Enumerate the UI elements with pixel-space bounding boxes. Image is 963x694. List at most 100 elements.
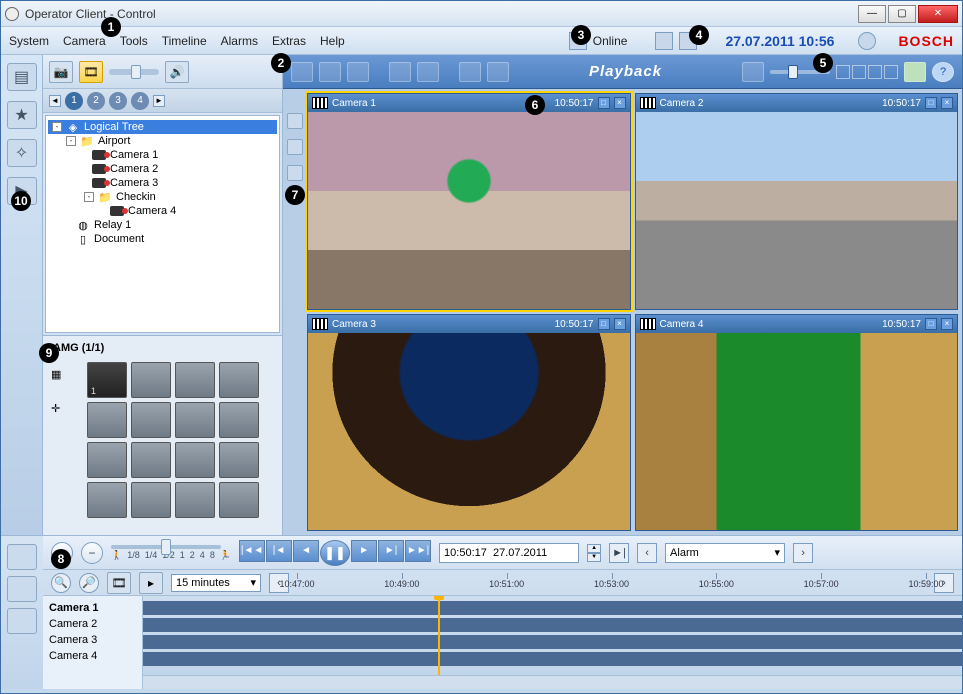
side-favorites-icon[interactable]: ★ <box>7 101 37 129</box>
tl-export-icon[interactable]: ▸ <box>139 572 163 594</box>
time-down[interactable]: ▼ <box>587 553 601 562</box>
tree-item[interactable]: Camera 1 <box>48 148 277 162</box>
pane-expand-icon[interactable] <box>287 113 303 129</box>
amg-cell[interactable] <box>219 402 259 438</box>
side-compass-icon[interactable]: ✧ <box>7 139 37 167</box>
tree-item[interactable]: ◍ Relay 1 <box>48 218 277 232</box>
layout-1x1[interactable] <box>836 65 850 79</box>
goto-live-button[interactable]: ►| <box>609 543 629 563</box>
amg-cell[interactable]: 1 <box>87 362 127 398</box>
amg-cell[interactable] <box>175 442 215 478</box>
expander-icon[interactable]: - <box>66 136 76 146</box>
amg-cell[interactable] <box>131 362 171 398</box>
amg-cell[interactable] <box>175 362 215 398</box>
favorite-icon[interactable] <box>459 62 481 82</box>
timeline-track[interactable] <box>143 635 962 649</box>
tab-2[interactable]: 2 <box>87 92 105 110</box>
image-icon[interactable] <box>347 62 369 82</box>
speaker-tool-icon[interactable]: 🔊 <box>165 61 189 83</box>
amg-cell[interactable] <box>175 402 215 438</box>
amg-cell[interactable] <box>131 482 171 518</box>
prev-button[interactable]: |◄ <box>266 540 292 562</box>
pane-max-icon[interactable]: □ <box>598 97 610 109</box>
timeline-tracks[interactable] <box>143 596 962 689</box>
timeline-row-label[interactable]: Camera 2 <box>49 616 136 632</box>
tree-item[interactable]: Camera 2 <box>48 162 277 176</box>
left-slider[interactable] <box>109 69 159 75</box>
tree-item[interactable]: - 📁 Airport <box>48 134 277 148</box>
menu-system[interactable]: System <box>9 34 49 48</box>
timeline-row-label[interactable]: Camera 1 <box>49 600 136 616</box>
menu-extras[interactable]: Extras <box>272 34 306 48</box>
tree-item[interactable]: Camera 3 <box>48 176 277 190</box>
close-button[interactable]: ✕ <box>918 5 958 23</box>
playtime-input[interactable] <box>439 543 579 563</box>
tab-1[interactable]: 1 <box>65 92 83 110</box>
first-button[interactable]: |◄◄ <box>239 540 265 562</box>
expand-icon[interactable] <box>319 62 341 82</box>
side-export-icon[interactable]: ▶ <box>7 177 37 205</box>
pane-close-icon[interactable]: × <box>614 318 626 330</box>
tl-zoom-in-icon[interactable]: 🔍 <box>51 573 71 593</box>
nav-next-button[interactable]: › <box>793 543 813 563</box>
timeline-ruler[interactable]: 10:47:0010:49:0010:51:0010:53:0010:55:00… <box>297 573 926 593</box>
tree-item[interactable]: ▯ Document <box>48 232 277 246</box>
video-pane-1[interactable]: Camera 1 10:50:17 □ × <box>307 93 631 310</box>
speed-slider[interactable] <box>111 545 221 549</box>
fwd-button[interactable]: ► <box>351 540 377 562</box>
layout-3x3[interactable] <box>868 65 882 79</box>
logical-tree[interactable]: - ◈ Logical Tree - 📁 Airport Camera 1 Ca… <box>45 115 280 333</box>
pane-max-icon[interactable]: □ <box>925 318 937 330</box>
tab-3[interactable]: 3 <box>109 92 127 110</box>
pane-record-icon[interactable] <box>287 165 303 181</box>
amg-cell[interactable] <box>175 482 215 518</box>
zoom-out-button[interactable]: − <box>81 542 103 564</box>
side-tree-icon[interactable]: ▤ <box>7 63 37 91</box>
next-button[interactable]: ►| <box>378 540 404 562</box>
timeline-track[interactable] <box>143 618 962 632</box>
timeline-track[interactable] <box>143 601 962 615</box>
print-icon[interactable] <box>389 62 411 82</box>
pane-max-icon[interactable]: □ <box>925 97 937 109</box>
tl-bookmark-icon[interactable] <box>7 576 37 602</box>
layout-2x2[interactable] <box>852 65 866 79</box>
amg-cell[interactable] <box>131 402 171 438</box>
amg-cell[interactable] <box>131 442 171 478</box>
zoom-in-button[interactable]: + <box>51 542 73 564</box>
menu-alarms[interactable]: Alarms <box>221 34 258 48</box>
tl-schedule-icon[interactable] <box>7 608 37 634</box>
tl-zoom-out-icon[interactable]: 🔎 <box>79 573 99 593</box>
tree-root[interactable]: - ◈ Logical Tree <box>48 120 277 134</box>
tree-item[interactable]: Camera 4 <box>48 204 277 218</box>
layout-icon[interactable] <box>487 62 509 82</box>
pane-max-icon[interactable]: □ <box>598 318 610 330</box>
menu-camera[interactable]: Camera <box>63 34 106 48</box>
timeline-scrollbar[interactable] <box>143 675 962 689</box>
amg-grid-icon[interactable]: ▦ <box>51 368 77 392</box>
camera-tool-icon[interactable]: 📷 <box>49 61 73 83</box>
amg-ptz-icon[interactable]: ✛ <box>51 402 77 426</box>
minimize-button[interactable]: — <box>858 5 886 23</box>
menu-timeline[interactable]: Timeline <box>162 34 207 48</box>
pane-close-icon[interactable]: × <box>941 318 953 330</box>
amg-cell[interactable] <box>219 442 259 478</box>
amg-cell[interactable] <box>219 362 259 398</box>
amg-cell[interactable] <box>87 442 127 478</box>
film-tool-icon[interactable]: 🎞 <box>79 61 103 83</box>
zoom-slider[interactable] <box>770 70 830 74</box>
timeline-row-label[interactable]: Camera 4 <box>49 648 136 664</box>
pane-audio-icon[interactable] <box>287 139 303 155</box>
rew-button[interactable]: ◄ <box>293 540 319 562</box>
pane-close-icon[interactable]: × <box>941 97 953 109</box>
last-button[interactable]: ►►| <box>405 540 431 562</box>
help-icon[interactable]: ? <box>932 62 954 82</box>
timeline-row-label[interactable]: Camera 3 <box>49 632 136 648</box>
tab-next[interactable]: ► <box>153 95 165 107</box>
maximize-button[interactable]: ▢ <box>888 5 916 23</box>
expander-icon[interactable]: - <box>84 192 94 202</box>
amg-cell[interactable] <box>219 482 259 518</box>
nav-prev-button[interactable]: ‹ <box>637 543 657 563</box>
menu-help[interactable]: Help <box>320 34 345 48</box>
print-icon[interactable] <box>858 32 876 50</box>
video-pane-3[interactable]: Camera 3 10:50:17 □ × <box>307 314 631 531</box>
